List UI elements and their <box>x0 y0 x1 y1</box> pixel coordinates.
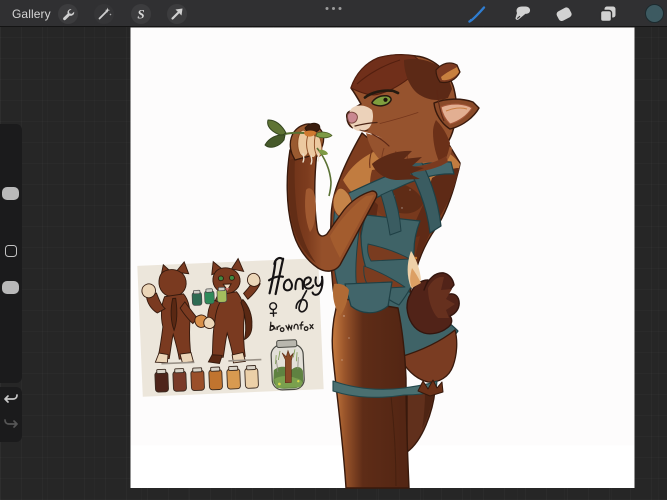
svg-text:S: S <box>137 6 144 21</box>
